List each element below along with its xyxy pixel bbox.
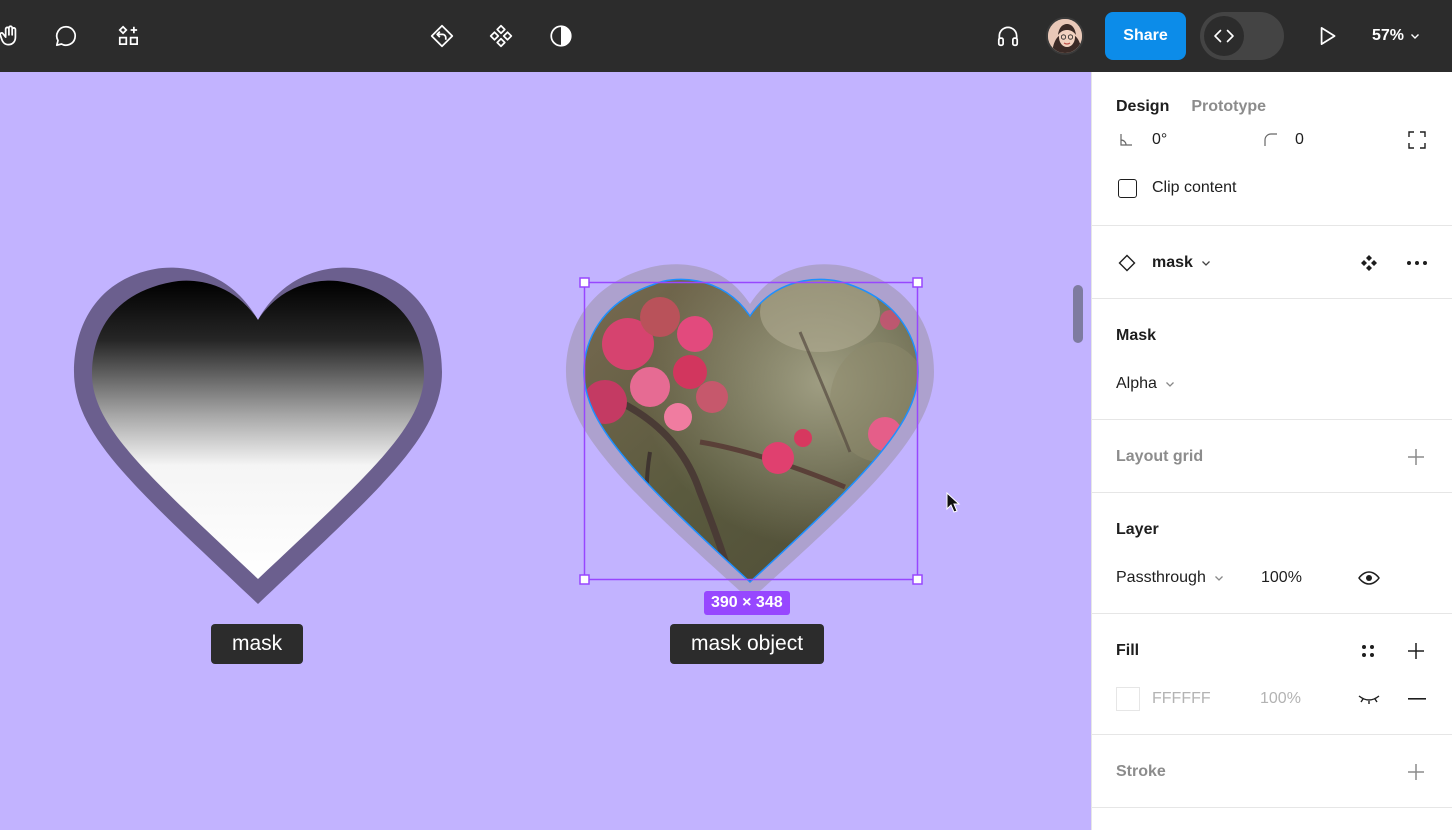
components-icon[interactable] <box>481 16 521 56</box>
layer-opacity-value[interactable]: 100% <box>1261 569 1302 587</box>
component-name: mask <box>1152 253 1193 271</box>
mask-object-label[interactable]: mask object <box>670 624 825 664</box>
tab-prototype[interactable]: Prototype <box>1191 98 1266 116</box>
blend-mode-dropdown[interactable]: Passthrough <box>1116 569 1224 587</box>
canvas-scrollbar[interactable] <box>1073 285 1083 343</box>
layout-grid-section: Layout grid <box>1092 420 1452 493</box>
mask-object-heart <box>566 264 934 600</box>
go-to-main-component-icon[interactable] <box>1360 254 1378 272</box>
present-play-icon[interactable] <box>1307 16 1347 56</box>
fill-title: Fill <box>1116 641 1140 659</box>
add-stroke-plus-icon[interactable] <box>1406 762 1426 782</box>
add-fill-plus-icon[interactable] <box>1406 641 1426 661</box>
rotation-value[interactable]: 0° <box>1152 131 1167 149</box>
mouse-cursor-icon <box>946 492 961 513</box>
mask-title: Mask <box>1116 326 1157 344</box>
tab-design[interactable]: Design <box>1116 98 1169 116</box>
layer-title: Layer <box>1116 520 1159 538</box>
dev-mode-toggle[interactable] <box>1200 12 1284 60</box>
properties-panel: Design Prototype 0° 0 Clip content mask … <box>1091 72 1452 830</box>
layer-section: Layer Passthrough 100% <box>1092 493 1452 614</box>
reset-instance-icon[interactable] <box>422 16 462 56</box>
layout-grid-title: Layout grid <box>1116 447 1204 465</box>
corner-radius-icon <box>1263 132 1279 148</box>
component-instance-icon <box>1118 254 1136 272</box>
clip-content-row[interactable]: Clip content <box>1092 164 1452 212</box>
hand-icon[interactable] <box>0 16 30 56</box>
chevron-down-icon <box>1165 382 1174 387</box>
stroke-title: Stroke <box>1116 762 1166 780</box>
eye-hidden-icon[interactable] <box>1358 693 1380 705</box>
mask-type-dropdown[interactable]: Alpha <box>1116 375 1175 393</box>
mask-type-value: Alpha <box>1116 375 1157 392</box>
clip-content-label: Clip content <box>1152 179 1237 196</box>
eye-visible-icon[interactable] <box>1358 571 1380 585</box>
remove-fill-minus-icon[interactable] <box>1408 698 1426 700</box>
chevron-down-icon <box>1411 34 1420 39</box>
share-button[interactable]: Share <box>1105 12 1186 60</box>
mask-heart-shape <box>74 267 442 604</box>
user-avatar[interactable] <box>1046 17 1084 55</box>
comment-icon[interactable] <box>46 16 86 56</box>
stroke-section: Stroke <box>1092 735 1452 808</box>
design-header-section: Design Prototype 0° 0 Clip content <box>1092 72 1452 226</box>
top-toolbar: Share 57% <box>0 0 1452 72</box>
zoom-dropdown[interactable]: 57% <box>1372 20 1420 52</box>
transform-row: 0° 0 <box>1092 116 1452 164</box>
fill-section: Fill FFFFFF 100% <box>1092 614 1452 735</box>
fill-opacity-value[interactable]: 100% <box>1260 690 1301 708</box>
contrast-icon[interactable] <box>541 16 581 56</box>
component-section: mask <box>1092 226 1452 299</box>
clip-content-checkbox[interactable] <box>1118 178 1137 198</box>
design-canvas[interactable]: 390 × 348 mask mask object <box>0 72 1091 830</box>
corner-radius-value[interactable]: 0 <box>1295 131 1304 149</box>
code-icon <box>1204 16 1244 56</box>
component-name-dropdown[interactable]: mask <box>1152 254 1211 272</box>
independent-corners-icon[interactable] <box>1408 131 1426 149</box>
fill-hex-value[interactable]: FFFFFF <box>1152 690 1211 708</box>
styles-grid-icon[interactable] <box>1360 643 1376 659</box>
chevron-down-icon <box>1214 576 1223 581</box>
panel-tabs: Design Prototype <box>1092 72 1452 116</box>
actions-icon[interactable] <box>109 16 149 56</box>
chevron-down-icon <box>1201 260 1210 266</box>
mask-section: Mask Alpha <box>1092 299 1452 420</box>
more-options-icon[interactable] <box>1406 260 1428 266</box>
mask-label[interactable]: mask <box>211 624 304 664</box>
blend-mode-value: Passthrough <box>1116 569 1206 586</box>
dimension-badge: 390 × 348 <box>704 591 790 615</box>
add-layout-grid-plus-icon[interactable] <box>1406 447 1426 467</box>
fill-color-swatch[interactable] <box>1116 687 1140 711</box>
headphones-icon[interactable] <box>988 16 1028 56</box>
rotation-icon <box>1118 132 1134 148</box>
zoom-value: 57% <box>1372 27 1405 44</box>
